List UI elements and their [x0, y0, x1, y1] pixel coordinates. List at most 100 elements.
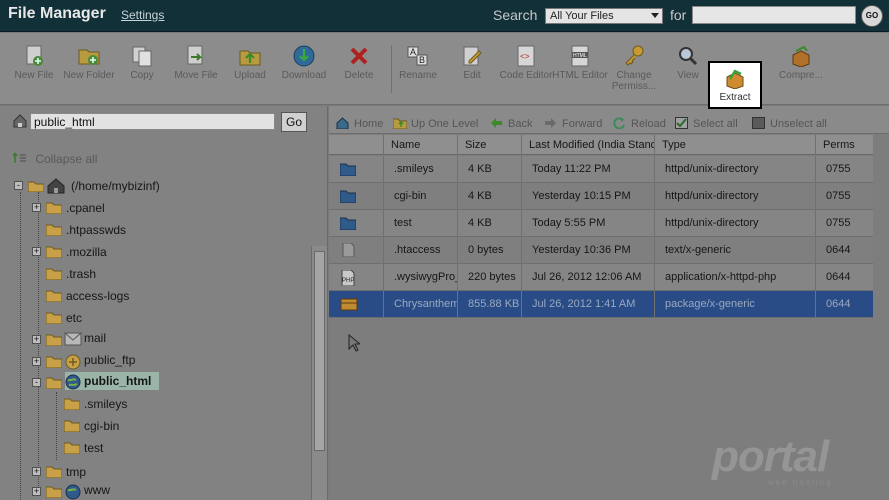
back-button[interactable]: Back	[490, 115, 532, 130]
delete-button[interactable]: Delete	[331, 45, 387, 81]
folder-icon	[63, 442, 81, 455]
tree-node-label: access-logs	[66, 289, 130, 303]
folder-icon	[339, 162, 357, 177]
mouse-cursor-icon	[348, 333, 362, 352]
column-header-perms[interactable]: Perms	[816, 135, 873, 155]
collapse-toggle[interactable]: -	[14, 181, 23, 190]
file-manager-window: File Manager Settings Search All Your Fi…	[0, 0, 889, 500]
up-one-level-button[interactable]: Up One Level	[392, 115, 478, 130]
tool-label: Delete	[344, 70, 374, 81]
html-editor-button[interactable]: HTML HTML Editor	[552, 45, 608, 81]
tool-label: Edit	[463, 70, 481, 81]
edit-button[interactable]: Edit	[444, 45, 500, 81]
cell-icon	[329, 210, 384, 237]
download-button[interactable]: Download	[276, 45, 332, 81]
column-header-size[interactable]: Size	[458, 135, 522, 155]
column-header-modified[interactable]: Last Modified (India Standard Time)	[522, 135, 655, 155]
select-all-label: Select all	[693, 118, 738, 130]
folder-icon	[45, 290, 63, 303]
collapse-toggle[interactable]: -	[32, 378, 41, 387]
table-row[interactable]: cgi-bin 4 KB Yesterday 10:15 PM httpd/un…	[329, 183, 873, 210]
folder-icon	[45, 466, 63, 479]
home-button[interactable]: Home	[336, 115, 383, 130]
folder-icon	[45, 268, 63, 281]
search-go-button[interactable]: GO	[861, 5, 883, 27]
table-row[interactable]: PHP .wysiwygPro_preview_1a2... 220 bytes…	[329, 264, 873, 291]
search-scope-select[interactable]: All Your Files	[545, 8, 663, 24]
table-row[interactable]: .htaccess 0 bytes Yesterday 10:36 PM tex…	[329, 237, 873, 264]
expand-toggle[interactable]: +	[32, 467, 41, 476]
reload-label: Reload	[631, 118, 666, 130]
download-icon	[293, 45, 315, 67]
copy-button[interactable]: Copy	[114, 45, 170, 81]
tool-label: New File	[14, 70, 54, 81]
reload-button[interactable]: Reload	[613, 115, 666, 130]
expand-toggle[interactable]: +	[32, 357, 41, 366]
compress-button[interactable]: Compre...	[773, 45, 829, 81]
cell-size: 4 KB	[458, 156, 522, 183]
search-input[interactable]	[692, 6, 856, 24]
rename-button[interactable]: AB Rename	[390, 45, 446, 81]
tree-node-label: www	[84, 483, 110, 497]
expand-toggle[interactable]: +	[32, 335, 41, 344]
code-editor-icon: <>	[515, 45, 537, 67]
svg-text:B: B	[419, 55, 425, 65]
folder-icon	[45, 356, 63, 369]
expand-toggle[interactable]: +	[32, 487, 41, 496]
cell-name: test	[384, 210, 458, 237]
settings-link[interactable]: Settings	[121, 8, 164, 22]
table-row-selected[interactable]: Chrysanthemum.zip 855.88 KB Jul 26, 2012…	[329, 291, 873, 318]
cell-perms: 0644	[826, 271, 851, 283]
cell-icon: PHP	[329, 264, 384, 291]
cell-size: 4 KB	[458, 210, 522, 237]
tree-node-label: .cpanel	[66, 201, 105, 215]
collapse-all-label: Collapse all	[35, 152, 98, 166]
extract-button[interactable]: Extract	[708, 61, 762, 109]
upload-button[interactable]: Upload	[222, 45, 278, 81]
select-all-button[interactable]: Select all	[675, 115, 738, 130]
table-row[interactable]: .smileys 4 KB Today 11:22 PM httpd/unix-…	[329, 156, 873, 183]
table-row[interactable]: test 4 KB Today 5:55 PM httpd/unix-direc…	[329, 210, 873, 237]
extract-icon	[724, 67, 746, 90]
cell-size: 0 bytes	[458, 237, 522, 264]
path-go-button[interactable]: Go	[281, 112, 307, 132]
tree-root-label: (/home/mybizinf)	[71, 179, 160, 193]
directory-tree: - (/home/mybizinf) + .cpanel .htpasswds	[0, 176, 310, 500]
scrollbar-thumb[interactable]	[314, 251, 325, 451]
move-file-button[interactable]: Move File	[168, 45, 224, 81]
column-header-name[interactable]: Name	[384, 135, 458, 155]
new-folder-button[interactable]: New Folder	[61, 45, 117, 81]
tree-scrollbar[interactable]	[311, 246, 327, 500]
code-editor-button[interactable]: <> Code Editor	[498, 45, 554, 81]
unselect-all-button[interactable]: Unselect all	[752, 115, 827, 130]
new-file-icon	[23, 45, 45, 67]
cell-modified: Today 5:55 PM	[522, 210, 655, 237]
tool-label: New Folder	[63, 70, 115, 81]
path-input[interactable]: public_html	[30, 113, 275, 130]
new-file-button[interactable]: New File	[6, 45, 62, 81]
search-scope-value: All Your Files	[550, 10, 614, 22]
cell-name: .htaccess	[384, 237, 458, 264]
change-permissions-button[interactable]: Change Permiss...	[606, 45, 662, 92]
move-file-icon	[185, 45, 207, 67]
collapse-all-link[interactable]: Collapse all	[12, 151, 98, 166]
expand-toggle[interactable]: +	[32, 247, 41, 256]
tool-label: Move File	[174, 70, 218, 81]
unselect-all-label: Unselect all	[770, 118, 827, 130]
arrow-right-icon	[544, 117, 557, 129]
table-header: Name Size Last Modified (India Standard …	[329, 135, 873, 155]
svg-text:A: A	[410, 47, 416, 57]
watermark-sub: web hosting	[768, 478, 833, 487]
top-bar: File Manager Settings Search All Your Fi…	[0, 0, 889, 32]
watermark-brand: portal	[712, 432, 829, 481]
column-header-type[interactable]: Type	[655, 135, 816, 155]
cell-name: .smileys	[384, 156, 458, 183]
key-icon	[623, 45, 645, 67]
text-file-icon	[340, 242, 356, 258]
cell-perms: 0644	[826, 298, 851, 310]
copy-icon	[131, 45, 153, 67]
expand-toggle[interactable]: +	[32, 203, 41, 212]
cell-type: text/x-generic	[655, 237, 816, 264]
arrow-left-icon	[490, 117, 503, 129]
forward-button[interactable]: Forward	[544, 115, 602, 130]
